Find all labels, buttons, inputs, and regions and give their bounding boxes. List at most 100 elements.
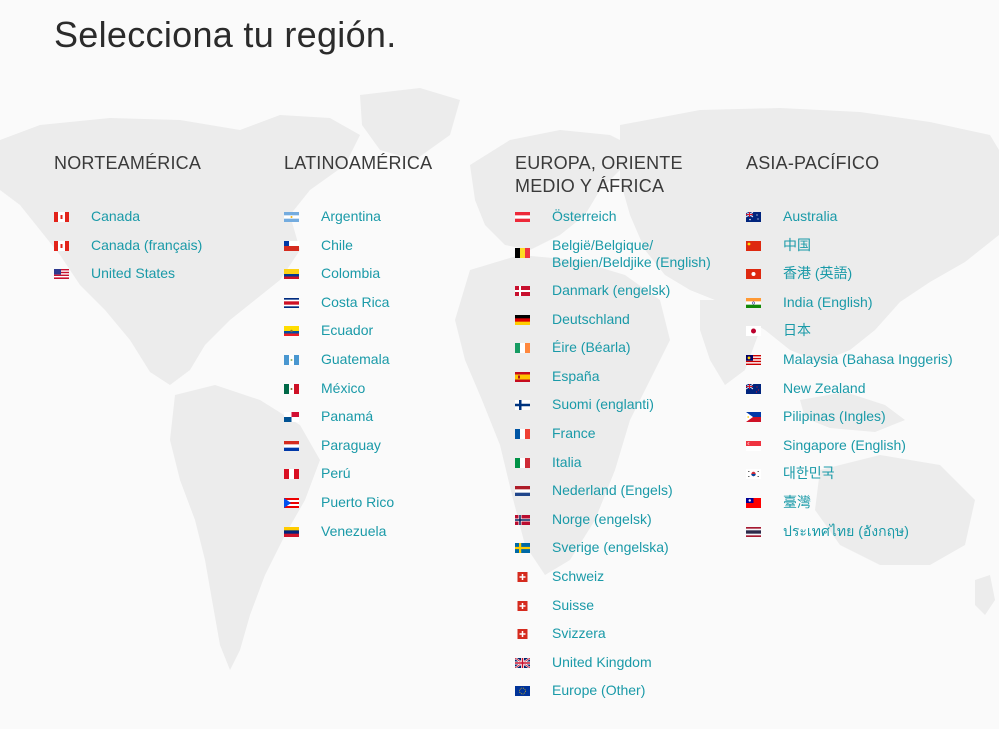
list-item: Schweiz <box>515 568 745 597</box>
list-item: United Kingdom <box>515 654 745 683</box>
list-item: Australia <box>746 208 976 237</box>
list-item: Svizzera <box>515 625 745 654</box>
region-column-north-america: NORTEAMÉRICA Canada Canada (français) Un… <box>54 152 274 281</box>
region-heading: NORTEAMÉRICA <box>54 153 202 173</box>
canada-flag-icon <box>54 212 69 222</box>
country-link-costa-rica[interactable]: Costa Rica <box>321 294 511 311</box>
list-item: Danmark (engelsk) <box>515 282 745 311</box>
list-item: Suisse <box>515 597 745 626</box>
germany-flag-icon <box>515 314 530 325</box>
country-link-new-zealand[interactable]: New Zealand <box>783 380 973 397</box>
list-item: Perú <box>284 465 514 494</box>
list-item: 中国 <box>746 237 976 266</box>
country-link-chile[interactable]: Chile <box>321 237 511 254</box>
region-column-emea: EUROPA, ORIENTE MEDIO Y ÁFRICA Österreic… <box>515 152 735 698</box>
venezuela-flag-icon <box>284 526 299 537</box>
country-link-europe-other[interactable]: Europe (Other) <box>552 682 742 699</box>
country-link-australia[interactable]: Australia <box>783 208 973 225</box>
country-link-japan[interactable]: 日本 <box>783 322 973 339</box>
country-link-svizzera[interactable]: Svizzera <box>552 625 742 642</box>
canada-flag-icon <box>54 240 69 251</box>
china-flag-icon <box>746 240 761 251</box>
costa-rica-flag-icon <box>284 297 299 308</box>
country-link-guatemala[interactable]: Guatemala <box>321 351 511 368</box>
country-link-united-kingdom[interactable]: United Kingdom <box>552 654 742 671</box>
list-item: Singapore (English) <box>746 437 976 466</box>
country-link-suisse[interactable]: Suisse <box>552 597 742 614</box>
country-link-thailand[interactable]: ประเทศไทย (อังกฤษ) <box>783 523 973 540</box>
list-item: Puerto Rico <box>284 494 514 523</box>
country-list: Österreich België/Belgique/ Belgien/Beld… <box>515 208 745 711</box>
country-link-china[interactable]: 中国 <box>783 237 973 254</box>
country-link-ecuador[interactable]: Ecuador <box>321 322 511 339</box>
list-item: Italia <box>515 454 745 483</box>
country-link-mexico[interactable]: México <box>321 380 511 397</box>
country-link-south-korea[interactable]: 대한민국 <box>783 465 973 482</box>
region-heading: LATINOAMÉRICA <box>284 153 433 173</box>
country-link-puerto-rico[interactable]: Puerto Rico <box>321 494 511 511</box>
country-link-panama[interactable]: Panamá <box>321 408 511 425</box>
list-item: México <box>284 380 514 409</box>
country-link-italy[interactable]: Italia <box>552 454 742 471</box>
country-link-norway[interactable]: Norge (engelsk) <box>552 511 742 528</box>
country-link-malaysia[interactable]: Malaysia (Bahasa Inggeris) <box>783 351 973 368</box>
country-link-sweden[interactable]: Sverige (engelska) <box>552 539 742 556</box>
page-title: Selecciona tu región. <box>54 14 397 55</box>
list-item: 日本 <box>746 322 976 351</box>
list-item: Pilipinas (Ingles) <box>746 408 976 437</box>
country-link-belgium[interactable]: België/Belgique/ Belgien/Beldjike (Engli… <box>552 237 742 271</box>
list-item: Malaysia (Bahasa Inggeris) <box>746 351 976 380</box>
netherlands-flag-icon <box>515 486 530 497</box>
singapore-flag-icon <box>746 440 761 451</box>
region-column-latin-america: LATINOAMÉRICA Argentina Chile Colombia C… <box>284 152 504 539</box>
ireland-flag-icon <box>515 343 530 354</box>
list-item: Sverige (engelska) <box>515 539 745 568</box>
list-item: Suomi (englanti) <box>515 396 745 425</box>
list-item: United States <box>54 265 284 294</box>
list-item: Europe (Other) <box>515 682 745 711</box>
list-item: Chile <box>284 237 514 266</box>
country-link-france[interactable]: France <box>552 425 742 442</box>
country-link-singapore[interactable]: Singapore (English) <box>783 437 973 454</box>
denmark-flag-icon <box>515 286 530 297</box>
country-link-paraguay[interactable]: Paraguay <box>321 437 511 454</box>
list-item: India (English) <box>746 294 976 323</box>
country-link-hong-kong[interactable]: 香港 (英語) <box>783 265 973 282</box>
switzerland-flag-icon <box>517 629 528 640</box>
south-korea-flag-icon <box>746 469 761 480</box>
norway-flag-icon <box>515 514 530 525</box>
country-link-finland[interactable]: Suomi (englanti) <box>552 396 742 413</box>
country-link-austria[interactable]: Österreich <box>552 208 742 225</box>
list-item: Canada <box>54 208 284 237</box>
country-link-india[interactable]: India (English) <box>783 294 973 311</box>
list-item: France <box>515 425 745 454</box>
belgium-flag-icon <box>515 247 530 258</box>
list-item: ประเทศไทย (อังกฤษ) <box>746 523 976 552</box>
country-link-schweiz[interactable]: Schweiz <box>552 568 742 585</box>
country-list: Canada Canada (français) United States <box>54 208 284 294</box>
list-item: España <box>515 368 745 397</box>
country-link-ireland[interactable]: Éire (Béarla) <box>552 339 742 356</box>
country-link-united-states[interactable]: United States <box>91 265 281 282</box>
country-link-colombia[interactable]: Colombia <box>321 265 511 282</box>
country-link-peru[interactable]: Perú <box>321 465 511 482</box>
country-link-spain[interactable]: España <box>552 368 742 385</box>
country-link-canada-francais[interactable]: Canada (français) <box>91 237 281 254</box>
puerto-rico-flag-icon <box>284 497 299 508</box>
list-item: Argentina <box>284 208 514 237</box>
country-link-taiwan[interactable]: 臺灣 <box>783 494 973 511</box>
hong-kong-flag-icon <box>746 269 761 280</box>
uk-flag-icon <box>515 657 530 668</box>
country-link-denmark[interactable]: Danmark (engelsk) <box>552 282 742 299</box>
list-item: 臺灣 <box>746 494 976 523</box>
ecuador-flag-icon <box>284 326 299 337</box>
country-link-netherlands[interactable]: Nederland (Engels) <box>552 482 742 499</box>
country-link-germany[interactable]: Deutschland <box>552 311 742 328</box>
country-link-venezuela[interactable]: Venezuela <box>321 523 511 540</box>
country-link-canada[interactable]: Canada <box>91 208 281 225</box>
eu-flag-icon <box>515 686 530 697</box>
country-link-argentina[interactable]: Argentina <box>321 208 511 225</box>
country-link-philippines[interactable]: Pilipinas (Ingles) <box>783 408 973 425</box>
list-item: 香港 (英語) <box>746 265 976 294</box>
switzerland-flag-icon <box>517 600 528 611</box>
